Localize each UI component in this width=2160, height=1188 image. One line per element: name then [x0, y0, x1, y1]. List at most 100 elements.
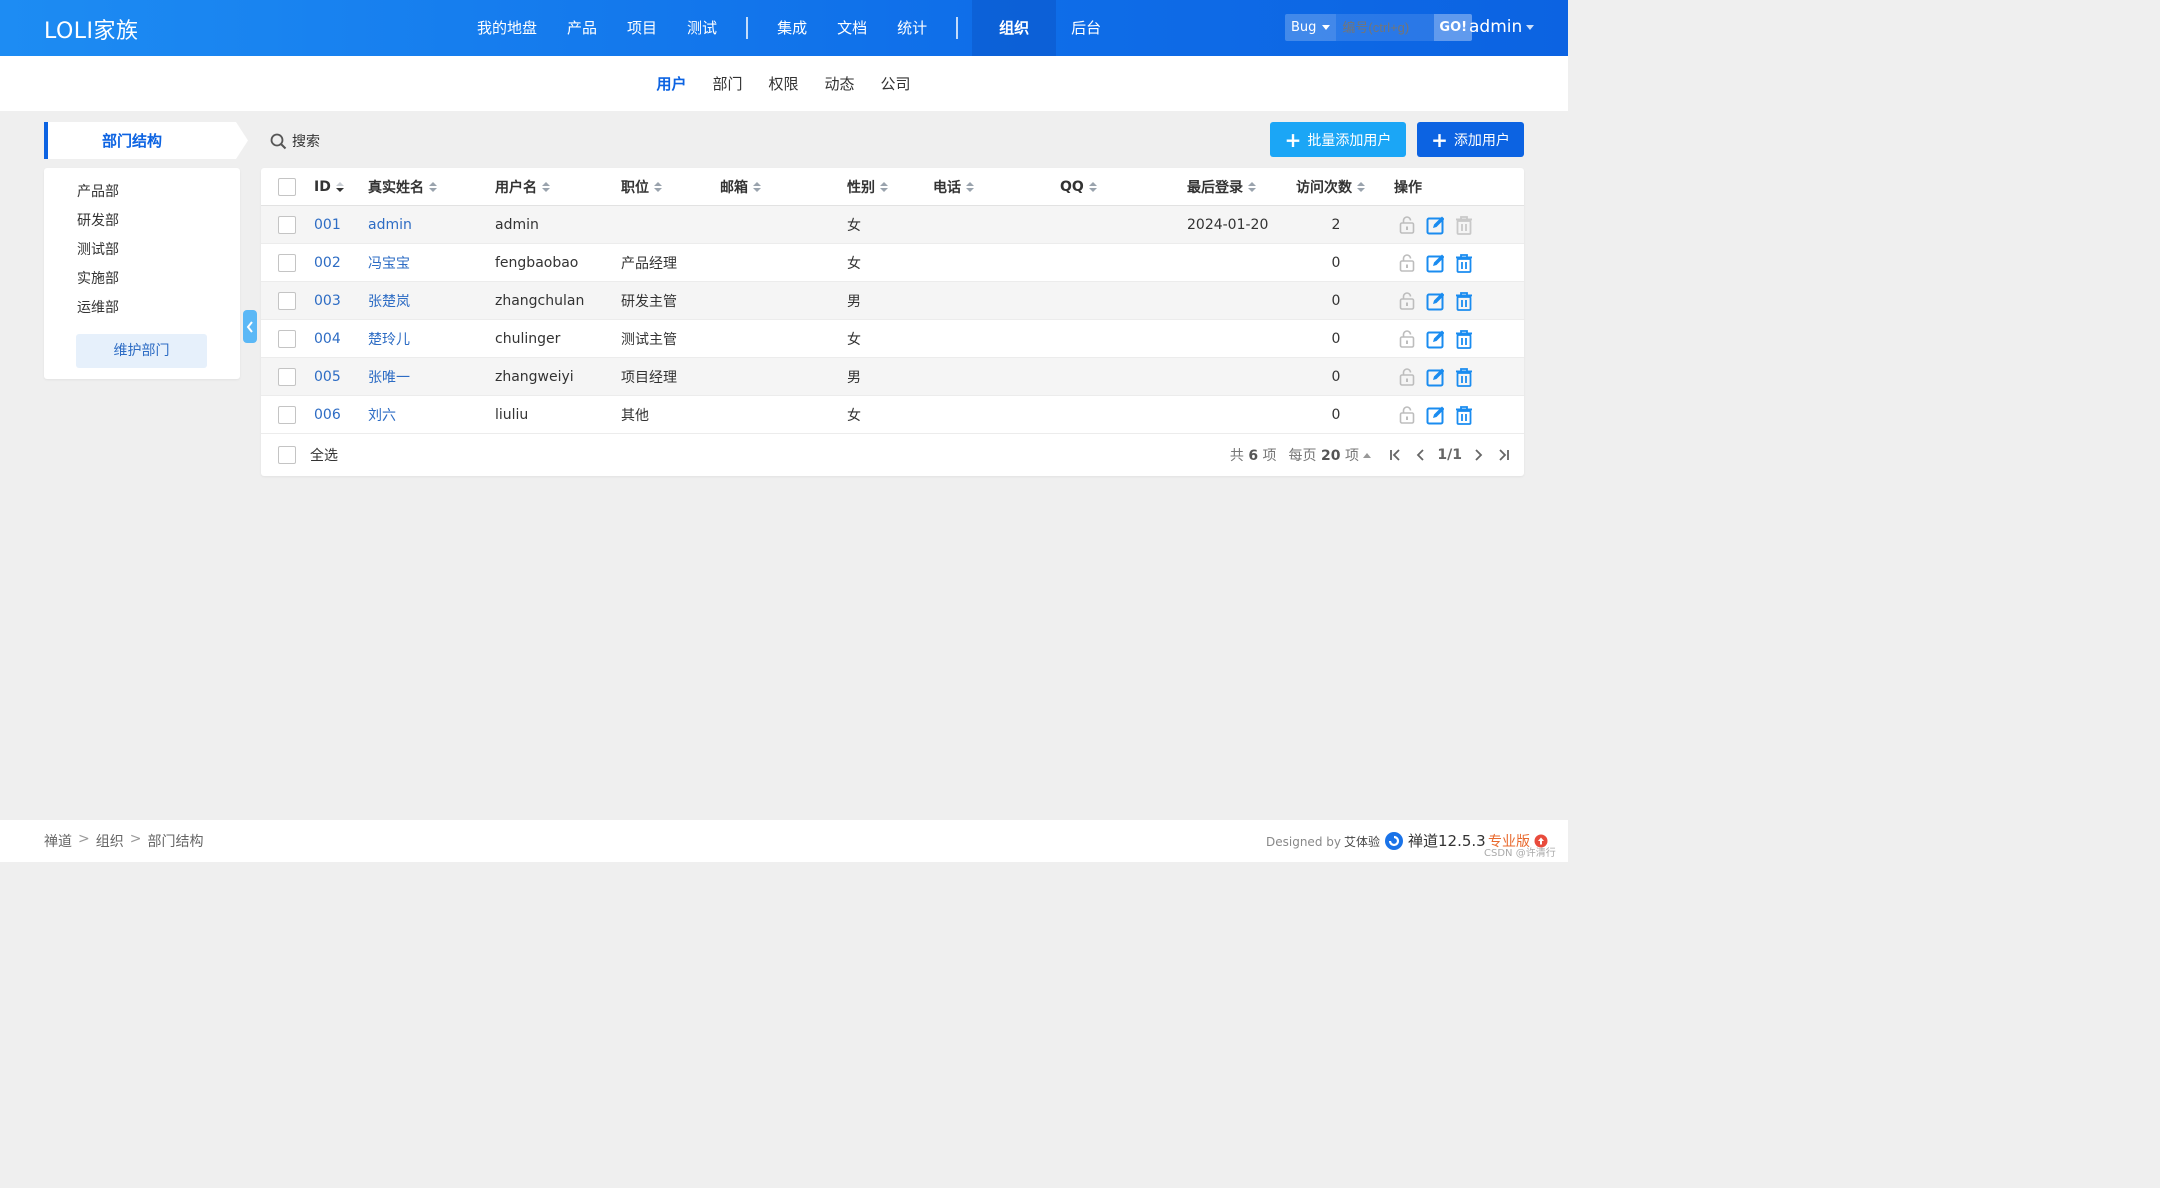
table-search-toggle[interactable]: 搜索 — [270, 131, 320, 151]
row-checkbox[interactable] — [278, 215, 296, 234]
cell-realname[interactable]: 刘六 — [368, 396, 396, 433]
table-row[interactable]: 001 admin admin 女 2024-01-20 2 — [261, 206, 1524, 244]
select-all-header-checkbox[interactable] — [278, 177, 296, 196]
nav-docs[interactable]: 文档 — [822, 0, 882, 56]
dept-item-implementation[interactable]: 实施部 — [77, 269, 119, 298]
cell-realname[interactable]: 张唯一 — [368, 358, 410, 395]
col-email[interactable]: 邮箱 — [720, 168, 761, 205]
table-footer: 全选 共 6 项 每页 20 项 1/1 — [261, 433, 1524, 476]
next-page-icon[interactable] — [1468, 445, 1488, 465]
tab-users[interactable]: 用户 — [643, 73, 699, 94]
table-row[interactable]: 005 张唯一 zhangweiyi 项目经理 男 0 — [261, 358, 1524, 396]
breadcrumb-org[interactable]: 组织 — [96, 831, 124, 851]
edit-icon[interactable] — [1426, 329, 1444, 349]
cell-id[interactable]: 001 — [314, 206, 341, 243]
nav-product[interactable]: 产品 — [552, 0, 612, 56]
edit-icon[interactable] — [1426, 405, 1444, 425]
col-qq[interactable]: QQ — [1060, 168, 1097, 205]
edit-icon[interactable] — [1426, 253, 1444, 273]
add-user-button[interactable]: + 添加用户 — [1417, 122, 1524, 157]
dept-item-ops[interactable]: 运维部 — [77, 298, 119, 327]
select-all-label[interactable]: 全选 — [310, 445, 338, 465]
cell-realname[interactable]: 张楚岚 — [368, 282, 410, 319]
nav-integration[interactable]: 集成 — [762, 0, 822, 56]
table-row[interactable]: 003 张楚岚 zhangchulan 研发主管 男 0 — [261, 282, 1524, 320]
cell-realname[interactable]: 冯宝宝 — [368, 244, 410, 281]
select-all-checkbox[interactable] — [278, 445, 296, 464]
delete-icon[interactable] — [1454, 329, 1472, 349]
table-row[interactable]: 004 楚玲儿 chulinger 测试主管 女 0 — [261, 320, 1524, 358]
cell-id[interactable]: 003 — [314, 282, 341, 319]
row-checkbox[interactable] — [278, 291, 296, 310]
delete-icon[interactable] — [1454, 367, 1472, 387]
table-row[interactable]: 006 刘六 liuliu 其他 女 0 — [261, 396, 1524, 434]
cell-realname[interactable]: 楚玲儿 — [368, 320, 410, 357]
breadcrumb: 禅道 > 组织 > 部门结构 — [44, 831, 203, 851]
search-input[interactable] — [1336, 14, 1435, 41]
tab-activity[interactable]: 动态 — [812, 73, 868, 94]
cell-id[interactable]: 004 — [314, 320, 341, 357]
cell-id[interactable]: 005 — [314, 358, 341, 395]
nav-my-dashboard[interactable]: 我的地盘 — [462, 0, 552, 56]
delete-icon[interactable] — [1454, 405, 1472, 425]
cell-id[interactable]: 002 — [314, 244, 341, 281]
lock-icon[interactable] — [1398, 291, 1416, 311]
cell-realname[interactable]: admin — [368, 206, 412, 243]
cell-id[interactable]: 006 — [314, 396, 341, 433]
dept-item-qa[interactable]: 测试部 — [77, 240, 119, 269]
lock-icon[interactable] — [1398, 253, 1416, 273]
lock-icon[interactable] — [1398, 215, 1416, 235]
search-type-select[interactable]: Bug — [1285, 14, 1337, 41]
nav-project[interactable]: 项目 — [612, 0, 672, 56]
edit-icon[interactable] — [1426, 291, 1444, 311]
col-visits[interactable]: 访问次数 — [1296, 168, 1365, 205]
cell-account: fengbaobao — [495, 254, 579, 271]
cell-role: 研发主管 — [621, 293, 677, 310]
pager-per-page[interactable]: 每页 20 项 — [1289, 445, 1372, 465]
col-phone[interactable]: 电话 — [933, 168, 974, 205]
manage-dept-button[interactable]: 维护部门 — [76, 334, 207, 368]
nav-divider — [956, 17, 959, 39]
col-account[interactable]: 用户名 — [495, 168, 550, 205]
last-page-icon[interactable] — [1494, 445, 1514, 465]
batch-add-user-button[interactable]: + 批量添加用户 — [1270, 122, 1406, 157]
col-id[interactable]: ID — [314, 168, 344, 205]
delete-icon[interactable] — [1454, 291, 1472, 311]
col-gender[interactable]: 性别 — [847, 168, 888, 205]
first-page-icon[interactable] — [1385, 445, 1405, 465]
sort-desc-icon — [335, 181, 344, 192]
tab-company[interactable]: 公司 — [868, 73, 924, 94]
row-checkbox[interactable] — [278, 329, 296, 348]
table-row[interactable]: 002 冯宝宝 fengbaobao 产品经理 女 0 — [261, 244, 1524, 282]
designer-name[interactable]: 艾体验 — [1344, 833, 1380, 850]
edit-icon[interactable] — [1426, 215, 1444, 235]
tab-departments[interactable]: 部门 — [699, 73, 755, 94]
nav-stats[interactable]: 统计 — [882, 0, 942, 56]
row-checkbox[interactable] — [278, 367, 296, 386]
lock-icon[interactable] — [1398, 405, 1416, 425]
breadcrumb-home[interactable]: 禅道 — [44, 831, 72, 851]
delete-icon[interactable] — [1454, 215, 1472, 235]
col-role[interactable]: 职位 — [621, 168, 662, 205]
nav-organization[interactable]: 组织 — [972, 0, 1057, 56]
lock-icon[interactable] — [1398, 329, 1416, 349]
dept-item-rd[interactable]: 研发部 — [77, 211, 119, 240]
nav-test[interactable]: 测试 — [672, 0, 732, 56]
col-last-login[interactable]: 最后登录 — [1187, 168, 1256, 205]
row-checkbox[interactable] — [278, 405, 296, 424]
col-realname[interactable]: 真实姓名 — [368, 168, 437, 205]
delete-icon[interactable] — [1454, 253, 1472, 273]
nav-admin[interactable]: 后台 — [1056, 0, 1116, 56]
lock-icon[interactable] — [1398, 367, 1416, 387]
user-menu[interactable]: admin — [1469, 17, 1535, 37]
edit-icon[interactable] — [1426, 367, 1444, 387]
page-footer: 禅道 > 组织 > 部门结构 Designed by 艾体验 禅道12.5.3 … — [0, 820, 1568, 862]
dept-item-product[interactable]: 产品部 — [77, 182, 119, 211]
zentao-version[interactable]: 禅道12.5.3 — [1384, 830, 1486, 851]
search-go-button[interactable]: GO! — [1434, 14, 1473, 41]
prev-page-icon[interactable] — [1411, 445, 1431, 465]
sidebar-collapse-toggle[interactable] — [243, 310, 257, 343]
brand-title[interactable]: LOLI家族 — [44, 13, 139, 45]
tab-permissions[interactable]: 权限 — [755, 73, 811, 94]
row-checkbox[interactable] — [278, 253, 296, 272]
